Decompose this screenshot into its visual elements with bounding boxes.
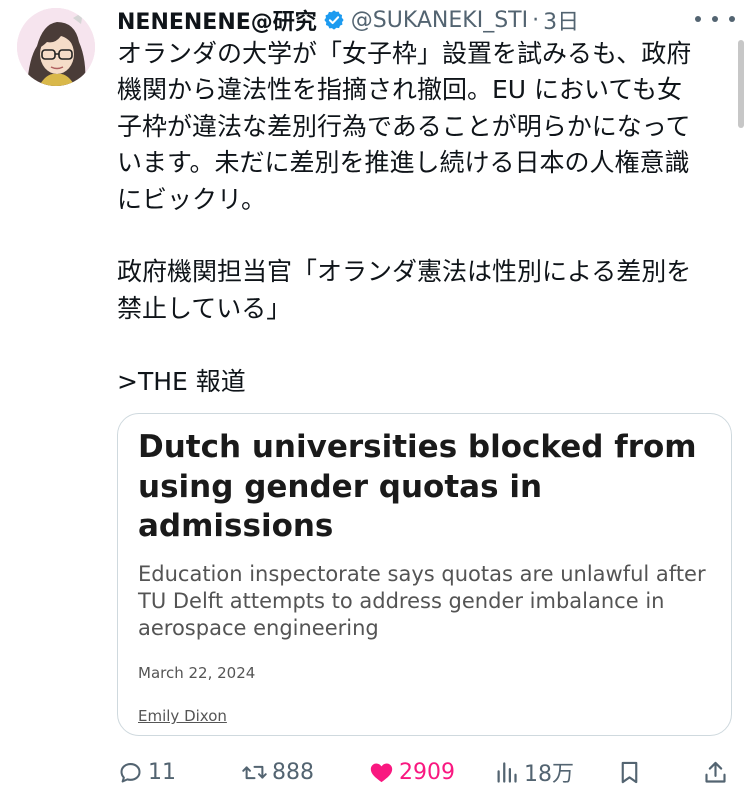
views-count: 18万 [524, 762, 574, 787]
tweet-line: にビックリ。 [117, 184, 267, 214]
more-options-icon[interactable] [695, 6, 735, 32]
verified-badge-icon [323, 9, 345, 31]
scrollbar[interactable] [738, 40, 744, 128]
tweet-line: 機関から違法性を指摘され撤回。EU においても女 [117, 75, 683, 105]
avatar[interactable] [17, 8, 95, 86]
card-date: March 22, 2024 [138, 664, 256, 682]
tweet-quote: 政府機関担当官「オランダ憲法は性別による差別を 禁止している」 [117, 254, 723, 327]
separator-dot: · [532, 7, 540, 33]
reply-button[interactable]: 11 [117, 752, 176, 792]
quote-line: 禁止している」 [117, 293, 292, 323]
source-line: >THE 報道 [117, 366, 246, 396]
tweet-header: NENENENE@研究 @SUKANEKI_STI · 3日 [117, 4, 717, 36]
heart-icon [370, 763, 393, 782]
display-name[interactable]: NENENENE@研究 [117, 4, 317, 36]
bookmark-icon [621, 761, 638, 783]
card-content: Dutch universities blocked from using ge… [138, 428, 708, 642]
views-icon [497, 761, 517, 783]
share-button[interactable] [702, 752, 733, 792]
card-subtitle: Education inspectorate says quotas are u… [138, 561, 706, 640]
anime-avatar-image [17, 8, 95, 86]
like-button[interactable]: 2909 [368, 752, 455, 792]
retweet-count: 888 [272, 759, 314, 785]
tweet-body: オランダの大学が「女子枠」設置を試みるも、政府 機関から違法性を指摘され撤回。E… [117, 36, 723, 218]
user-handle[interactable]: @SUKANEKI_STI [351, 8, 528, 33]
views-button[interactable]: 18万 [493, 752, 574, 792]
tweet-line: オランダの大学が「女子枠」設置を試みるも、政府 [117, 39, 692, 68]
retweet-button[interactable]: 888 [241, 752, 314, 792]
like-count: 2909 [399, 759, 455, 785]
tweet-line: 子枠が違法な差別行為であることが明らかになって [117, 111, 691, 141]
card-author-link[interactable]: Emily Dixon [138, 707, 227, 725]
link-card[interactable]: Dutch universities blocked from using ge… [117, 413, 732, 736]
retweet-icon [242, 765, 267, 779]
action-bar: 11 888 2909 18万 [0, 752, 750, 792]
card-headline: Dutch universities blocked from using ge… [138, 429, 697, 544]
share-icon [705, 761, 726, 783]
reply-count: 11 [148, 759, 176, 785]
tweet-line: います。未だに差別を推進し続ける日本の人権意識 [117, 148, 690, 178]
tweet-text: オランダの大学が「女子枠」設置を試みるも、政府 機関から違法性を指摘され撤回。E… [117, 36, 723, 400]
reply-icon [120, 762, 141, 783]
post-time[interactable]: 3日 [543, 4, 579, 36]
quote-line: 政府機関担当官「オランダ憲法は性別による差別を [117, 257, 692, 287]
bookmark-button[interactable] [616, 752, 647, 792]
